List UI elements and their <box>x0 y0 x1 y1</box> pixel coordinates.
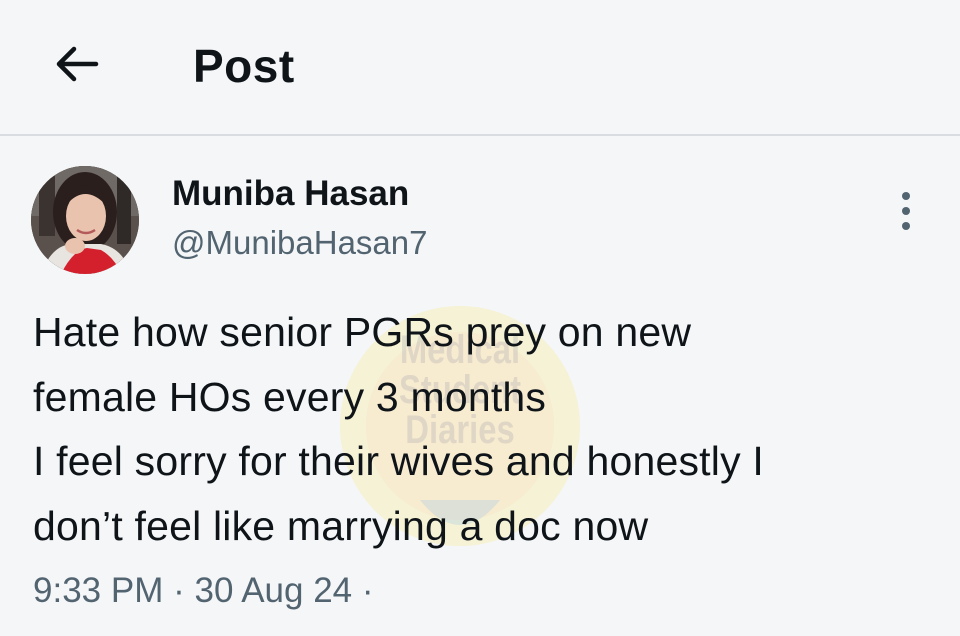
page-title: Post <box>193 40 295 92</box>
top-bar: Post <box>0 0 960 134</box>
header-divider <box>0 134 960 136</box>
post-text-line: don’t feel like marrying a doc now <box>33 502 649 549</box>
post-time[interactable]: 9:33 PM <box>33 571 163 610</box>
meta-separator: · <box>361 571 374 610</box>
more-options-button[interactable] <box>888 188 924 234</box>
avatar[interactable] <box>31 166 139 274</box>
more-vertical-icon <box>902 192 910 230</box>
post-date[interactable]: 30 Aug 24 <box>194 571 352 610</box>
author-name[interactable]: Muniba Hasan <box>172 172 409 216</box>
post-text-line: Hate how senior PGRs prey on new <box>33 309 692 355</box>
post-text-line: I feel sorry for their wives and honestl… <box>33 438 764 484</box>
avatar-photo <box>31 166 139 274</box>
post-metadata: 9:33 PM · 30 Aug 24 · <box>33 568 374 614</box>
meta-separator: · <box>173 571 185 610</box>
back-button[interactable] <box>44 32 108 96</box>
post-text-line: female HOs every 3 months <box>33 373 547 420</box>
post-text: Hate how senior PGRs prey on new female … <box>33 300 933 558</box>
author-handle[interactable]: @MunibaHasan7 <box>172 222 427 264</box>
arrow-left-icon <box>56 46 99 82</box>
